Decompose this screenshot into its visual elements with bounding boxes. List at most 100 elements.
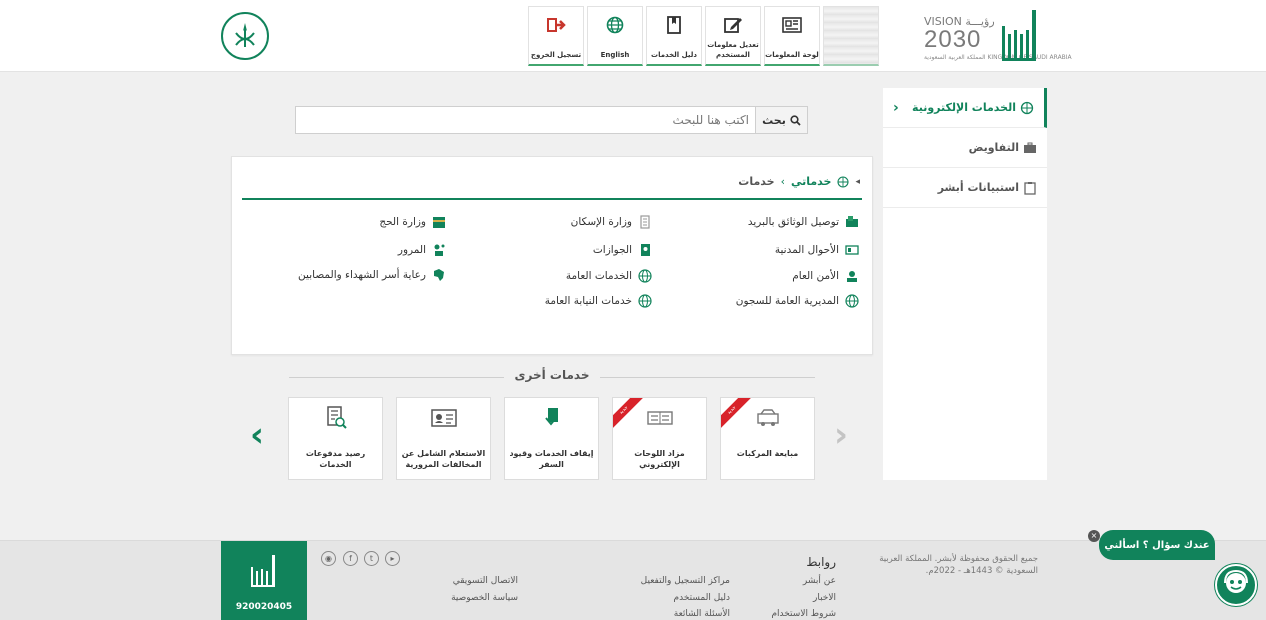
footer-phone[interactable]: 920020405: [221, 602, 307, 612]
breadcrumb-current: خدمات: [738, 175, 775, 188]
absher-logo: [1000, 6, 1044, 66]
sidebar-item-delegations[interactable]: التفاويض: [883, 128, 1047, 168]
violations-icon: [430, 409, 457, 427]
twitter-icon[interactable]: t: [364, 551, 379, 566]
service-link-passports[interactable]: الجوازات: [593, 241, 652, 259]
logout-icon: [547, 18, 566, 32]
sidebar-item-label: التفاويض: [968, 141, 1019, 154]
sidebar-item-e-services[interactable]: › الخدمات الإلكترونية: [883, 88, 1047, 128]
english-button[interactable]: English: [587, 6, 643, 66]
service-link-traffic[interactable]: المرور: [398, 241, 446, 259]
footer-link-faq[interactable]: الأسئلة الشائعة: [674, 609, 730, 619]
absher-logo-icon: [251, 555, 275, 587]
service-link-martyrs-families[interactable]: رعاية أسر الشهداء والمصابين: [298, 266, 446, 284]
logout-button[interactable]: تسجيل الخروج: [528, 6, 584, 66]
footer-links-title: روابط: [806, 555, 836, 569]
logout-label: تسجيل الخروج: [530, 51, 582, 59]
search-button-label: بحث: [762, 113, 786, 127]
saudi-emblem-logo: [221, 12, 269, 60]
search-icon: [790, 114, 801, 126]
clipboard-icon: [1024, 181, 1036, 195]
edit-icon: [724, 18, 742, 33]
service-link-public-security[interactable]: الأمن العام: [792, 267, 859, 285]
divider: [242, 198, 862, 200]
edit-user-info-label: تعديل معلومات المستخدم: [707, 41, 759, 59]
copyright-text: جميع الحقوق محفوظة لأبشر. المملكة العربي…: [879, 554, 1038, 576]
footer-link-privacy-policy[interactable]: سياسة الخصوصية: [451, 593, 518, 603]
dashboard-button[interactable]: لوحة المعلومات: [764, 6, 820, 66]
facebook-icon[interactable]: f: [343, 551, 358, 566]
user-profile-button[interactable]: [823, 6, 879, 66]
services-guide-label: دليل الخدمات: [651, 51, 697, 59]
footer-link-news[interactable]: الاخبار: [813, 593, 836, 603]
service-link-hajj[interactable]: وزارة الحج: [379, 213, 446, 231]
footer-link-marketing-contact[interactable]: الاتصال التسويقي: [453, 576, 518, 586]
kaaba-icon: [433, 217, 445, 228]
globe-icon: [1020, 101, 1034, 114]
briefcase-icon: [1024, 142, 1036, 153]
footer-absher-logo: 920020405: [221, 541, 307, 620]
mail-icon: [846, 216, 858, 227]
chat-prompt-bubble[interactable]: عندك سؤال ؟ اسألني: [1099, 530, 1215, 560]
breadcrumb: ◂ خدماتي › خدمات: [738, 175, 860, 188]
service-link-civil-affairs[interactable]: الأحوال المدنية: [775, 241, 859, 259]
vision-2030-logo: VISION رؤيـــة 2030 المملكة العربية السع…: [924, 15, 1072, 61]
footer: [0, 540, 1266, 620]
passport-icon: [641, 244, 650, 256]
globe-icon: [638, 269, 652, 283]
search-bar: بحث: [295, 106, 808, 134]
chevron-right-icon[interactable]: ›: [893, 100, 899, 116]
breadcrumb-home[interactable]: خدماتي: [791, 175, 831, 188]
stop-service-icon: [544, 408, 558, 426]
service-link-public-prosecution[interactable]: خدمات النيابة العامة: [545, 292, 652, 310]
map-icon: [434, 269, 444, 281]
breadcrumb-separator: ›: [780, 175, 785, 188]
book-icon: [667, 16, 681, 34]
snapchat-icon[interactable]: ◉: [321, 551, 336, 566]
service-card-stop-services[interactable]: إيقاف الخدمات وقيود السفر: [504, 397, 599, 480]
service-link-housing[interactable]: وزارة الإسكان: [571, 213, 652, 231]
officer-icon: [847, 271, 857, 282]
service-card-payments-balance[interactable]: رصيد مدفوعات الخدمات: [288, 397, 383, 480]
sidebar-item-label: استبيانات أبشر: [937, 181, 1019, 194]
globe-icon: [837, 175, 850, 188]
dashboard-icon: [782, 17, 802, 33]
sidebar: › الخدمات الإلكترونية التفاويض استبيانات…: [883, 88, 1047, 480]
service-link-prisons[interactable]: المديرية العامة للسجون: [736, 292, 859, 310]
search-input[interactable]: [299, 107, 749, 133]
edit-user-info-button[interactable]: تعديل معلومات المستخدم: [705, 6, 761, 66]
service-card-vehicle-sale[interactable]: جديد مبايعة المركبات: [720, 397, 815, 480]
dashboard-label: لوحة المعلومات: [765, 51, 819, 59]
header: تسجيل الخروج English دليل الخدمات تعديل …: [0, 0, 1266, 72]
carousel-prev-arrow[interactable]: ‹: [250, 418, 264, 452]
caret-icon[interactable]: ◂: [855, 177, 860, 187]
balance-icon: [326, 406, 347, 429]
english-label: English: [600, 51, 630, 59]
carousel-next-arrow[interactable]: ›: [834, 418, 848, 452]
globe-icon: [606, 16, 624, 34]
footer-link-terms[interactable]: شروط الاستخدام: [771, 609, 836, 619]
globe-icon: [845, 294, 859, 308]
new-ribbon: جديد: [613, 398, 644, 430]
services-guide-button[interactable]: دليل الخدمات: [646, 6, 702, 66]
id-card-icon: [845, 245, 859, 255]
footer-link-registration-centers[interactable]: مراكز التسجيل والتفعيل: [641, 576, 730, 586]
chat-close-icon[interactable]: ×: [1088, 530, 1100, 542]
footer-link-about[interactable]: عن أبشر: [803, 576, 836, 586]
service-link-general-services[interactable]: الخدمات العامة: [566, 267, 652, 285]
sidebar-item-label: الخدمات الإلكترونية: [912, 101, 1016, 114]
sidebar-item-surveys[interactable]: استبيانات أبشر: [883, 168, 1047, 208]
new-ribbon: جديد: [721, 398, 752, 430]
vehicle-icon: [756, 409, 779, 426]
globe-icon: [638, 294, 652, 308]
service-link-mail-delivery[interactable]: توصيل الوثائق بالبريد: [748, 213, 859, 231]
service-card-plates-auction[interactable]: جديد مزاد اللوحات الإلكتروني: [612, 397, 707, 480]
other-services-title: خدمات أخرى: [289, 368, 815, 386]
search-button[interactable]: بحث: [755, 107, 807, 133]
chatbot-avatar-icon[interactable]: [1215, 564, 1257, 606]
service-card-traffic-violations[interactable]: الاستعلام الشامل عن المخالفات المرورية: [396, 397, 491, 480]
footer-link-user-guide[interactable]: دليل المستخدم: [674, 593, 730, 603]
youtube-icon[interactable]: ▸: [385, 551, 400, 566]
traffic-icon: [434, 244, 445, 256]
plates-icon: [646, 411, 673, 425]
